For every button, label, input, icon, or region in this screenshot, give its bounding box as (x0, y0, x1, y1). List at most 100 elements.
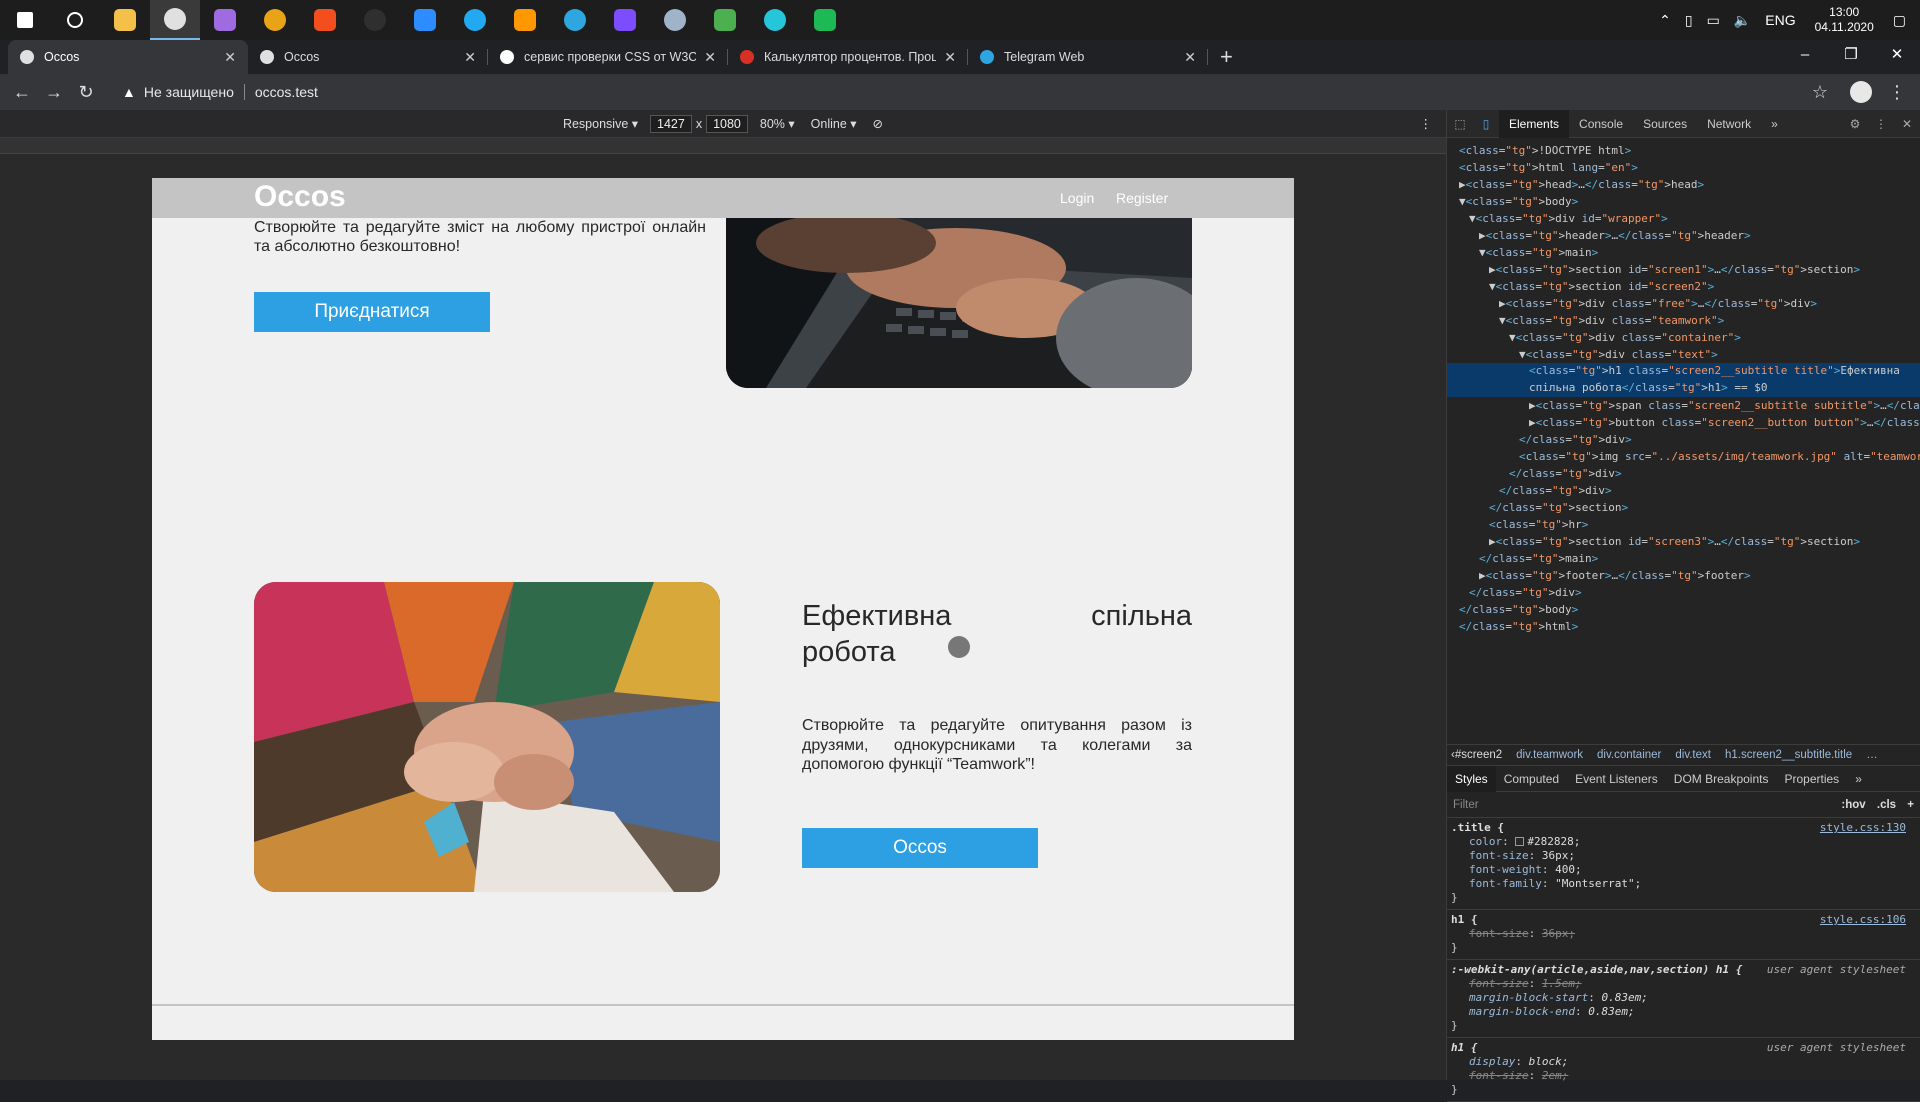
css-property-value[interactable]: 36px; (1542, 849, 1575, 862)
breadcrumb-item[interactable]: div.container (1597, 749, 1661, 761)
notifications-icon[interactable]: ▢ (1893, 12, 1906, 29)
css-property[interactable]: font-size: 36px; (1451, 927, 1914, 941)
dom-node[interactable]: <class="tg">!DOCTYPE html> (1447, 142, 1920, 159)
app-rainbow-icon[interactable] (250, 0, 300, 40)
throttle-dropdown[interactable]: Online ▾ (811, 116, 857, 131)
dom-node[interactable]: ▶<class="tg">header>…</class="tg">header… (1447, 227, 1920, 244)
url-text[interactable]: occos.test (255, 84, 318, 100)
avatar[interactable] (1850, 81, 1872, 103)
dom-node[interactable]: ▶<class="tg">section id="screen3">…</cla… (1447, 533, 1920, 550)
devtools-tab[interactable]: Sources (1633, 110, 1697, 138)
clock[interactable]: 13:00 04.11.2020 (1815, 5, 1874, 35)
login-link[interactable]: Login (1060, 190, 1094, 206)
css-property-name[interactable]: font-size (1469, 977, 1529, 990)
dom-node[interactable]: </class="tg">div> (1447, 431, 1920, 448)
dom-node[interactable]: </class="tg">html> (1447, 618, 1920, 635)
css-property[interactable]: color: #282828; (1451, 835, 1914, 849)
filter-input[interactable]: Filter (1453, 799, 1479, 811)
restore-icon[interactable]: ❐ (1828, 40, 1874, 70)
browser-tab[interactable]: Калькулятор процентов. Проце ✕ (728, 40, 968, 74)
devtools-tab[interactable]: Console (1569, 110, 1633, 138)
css-property-name[interactable]: font-weight (1469, 863, 1542, 876)
close-tab-icon[interactable]: ✕ (224, 49, 236, 66)
responsive-dropdown[interactable]: Responsive ▾ (563, 116, 638, 131)
dom-node[interactable]: <class="tg">html lang="en"> (1447, 159, 1920, 176)
shield-vpn-icon[interactable] (700, 0, 750, 40)
close-tab-icon[interactable]: ✕ (1184, 49, 1196, 66)
register-link[interactable]: Register (1116, 190, 1168, 206)
css-property-name[interactable]: font-family (1469, 877, 1542, 890)
color-swatch-icon[interactable] (1515, 837, 1525, 846)
occos-button[interactable]: Occos (802, 828, 1038, 868)
site-logo[interactable]: Occos (254, 180, 346, 214)
volume-icon[interactable]: 🔈 (1734, 12, 1751, 29)
dom-node[interactable]: ▶<class="tg">head>…</class="tg">head> (1447, 176, 1920, 193)
minimize-icon[interactable]: – (1782, 40, 1828, 70)
settings-gear-icon[interactable]: ⚙ (1842, 117, 1868, 131)
devtools-tab[interactable]: Network (1697, 110, 1761, 138)
app-purple-icon[interactable] (200, 0, 250, 40)
dom-node[interactable]: </class="tg">div> (1447, 584, 1920, 601)
breadcrumb-item[interactable]: … (1866, 749, 1878, 761)
dom-node[interactable]: <class="tg">hr> (1447, 516, 1920, 533)
breadcrumb-item[interactable]: ‹#screen2 (1451, 749, 1502, 761)
dom-node[interactable]: <class="tg">img src="../assets/img/teamw… (1447, 448, 1920, 465)
css-property[interactable]: font-weight: 400; (1451, 863, 1914, 877)
bookmark-star-icon[interactable]: ☆ (1812, 82, 1828, 103)
close-tab-icon[interactable]: ✕ (944, 49, 956, 66)
vscode-icon[interactable] (450, 0, 500, 40)
css-property-value[interactable]: 0.83em; (1601, 991, 1647, 1004)
hover-state-toggle[interactable]: :hov (1841, 799, 1865, 811)
zoom-dropdown[interactable]: 80% ▾ (760, 116, 795, 131)
figma-icon[interactable] (300, 0, 350, 40)
devtools-tab[interactable]: » (1761, 110, 1788, 138)
dom-node[interactable]: ▶<class="tg">footer>…</class="tg">footer… (1447, 567, 1920, 584)
dom-node[interactable]: ▶<class="tg">span class="screen2__subtit… (1447, 397, 1920, 414)
dom-node[interactable]: ▶<class="tg">section id="screen1">…</cla… (1447, 261, 1920, 278)
width-input[interactable]: 1427 (650, 114, 692, 133)
styles-subtab[interactable]: Properties (1776, 766, 1847, 792)
css-property[interactable]: font-size: 1.5em; (1451, 977, 1914, 991)
class-toggle[interactable]: .cls (1877, 799, 1896, 811)
dom-node[interactable]: </class="tg">section> (1447, 499, 1920, 516)
styles-subtab[interactable]: Event Listeners (1567, 766, 1666, 792)
styles-subtab[interactable]: Computed (1496, 766, 1567, 792)
dom-node[interactable]: </class="tg">main> (1447, 550, 1920, 567)
close-window-icon[interactable]: ✕ (1874, 40, 1920, 70)
styles-subtab[interactable]: » (1847, 766, 1870, 792)
css-property-value[interactable]: 0.83em; (1588, 1005, 1634, 1018)
css-property-value[interactable]: 1.5em; (1542, 977, 1582, 990)
steam-icon[interactable] (650, 0, 700, 40)
css-property-value[interactable]: #282828; (1527, 835, 1580, 848)
close-devtools-icon[interactable]: ✕ (1894, 117, 1920, 131)
css-property-name[interactable]: font-size (1469, 1069, 1529, 1082)
css-property-name[interactable]: color (1469, 835, 1502, 848)
browser-tab[interactable]: Telegram Web ✕ (968, 40, 1208, 74)
css-source-link[interactable]: style.css:106 (1820, 913, 1906, 927)
chrome-icon[interactable] (150, 0, 200, 40)
dom-node[interactable]: ▼<class="tg">div class="container"> (1447, 329, 1920, 346)
css-property[interactable]: margin-block-end: 0.83em; (1451, 1005, 1914, 1019)
css-property-value[interactable]: block; (1529, 1055, 1569, 1068)
dom-node[interactable]: </class="tg">div> (1447, 465, 1920, 482)
new-tab-button[interactable]: + (1220, 44, 1233, 70)
css-source-link[interactable]: style.css:130 (1820, 821, 1906, 835)
css-property-value[interactable]: 36px; (1542, 927, 1575, 940)
devtools-menu-icon[interactable]: ⋮ (1868, 117, 1894, 131)
styles-subtab[interactable]: DOM Breakpoints (1666, 766, 1777, 792)
kebab-menu-icon[interactable]: ⋮ (1888, 82, 1906, 103)
dom-node[interactable]: ▶<class="tg">div class="free">…</class="… (1447, 295, 1920, 312)
app-teal-icon[interactable] (750, 0, 800, 40)
height-input[interactable]: 1080 (706, 114, 748, 133)
devtools-tab[interactable]: Elements (1499, 109, 1570, 138)
inspect-element-icon[interactable]: ⬚ (1447, 117, 1473, 131)
css-property-value[interactable]: "Montserrat"; (1555, 877, 1641, 890)
app-violet-icon[interactable] (600, 0, 650, 40)
css-property-value[interactable]: 2em; (1542, 1069, 1569, 1082)
close-tab-icon[interactable]: ✕ (464, 49, 476, 66)
battery-icon[interactable]: ▯ (1685, 12, 1693, 29)
spotify-icon[interactable] (800, 0, 850, 40)
dom-node[interactable]: ▼<class="tg">div id="wrapper"> (1447, 210, 1920, 227)
join-button[interactable]: Приєднатися (254, 292, 490, 332)
file-explorer-icon[interactable] (100, 0, 150, 40)
